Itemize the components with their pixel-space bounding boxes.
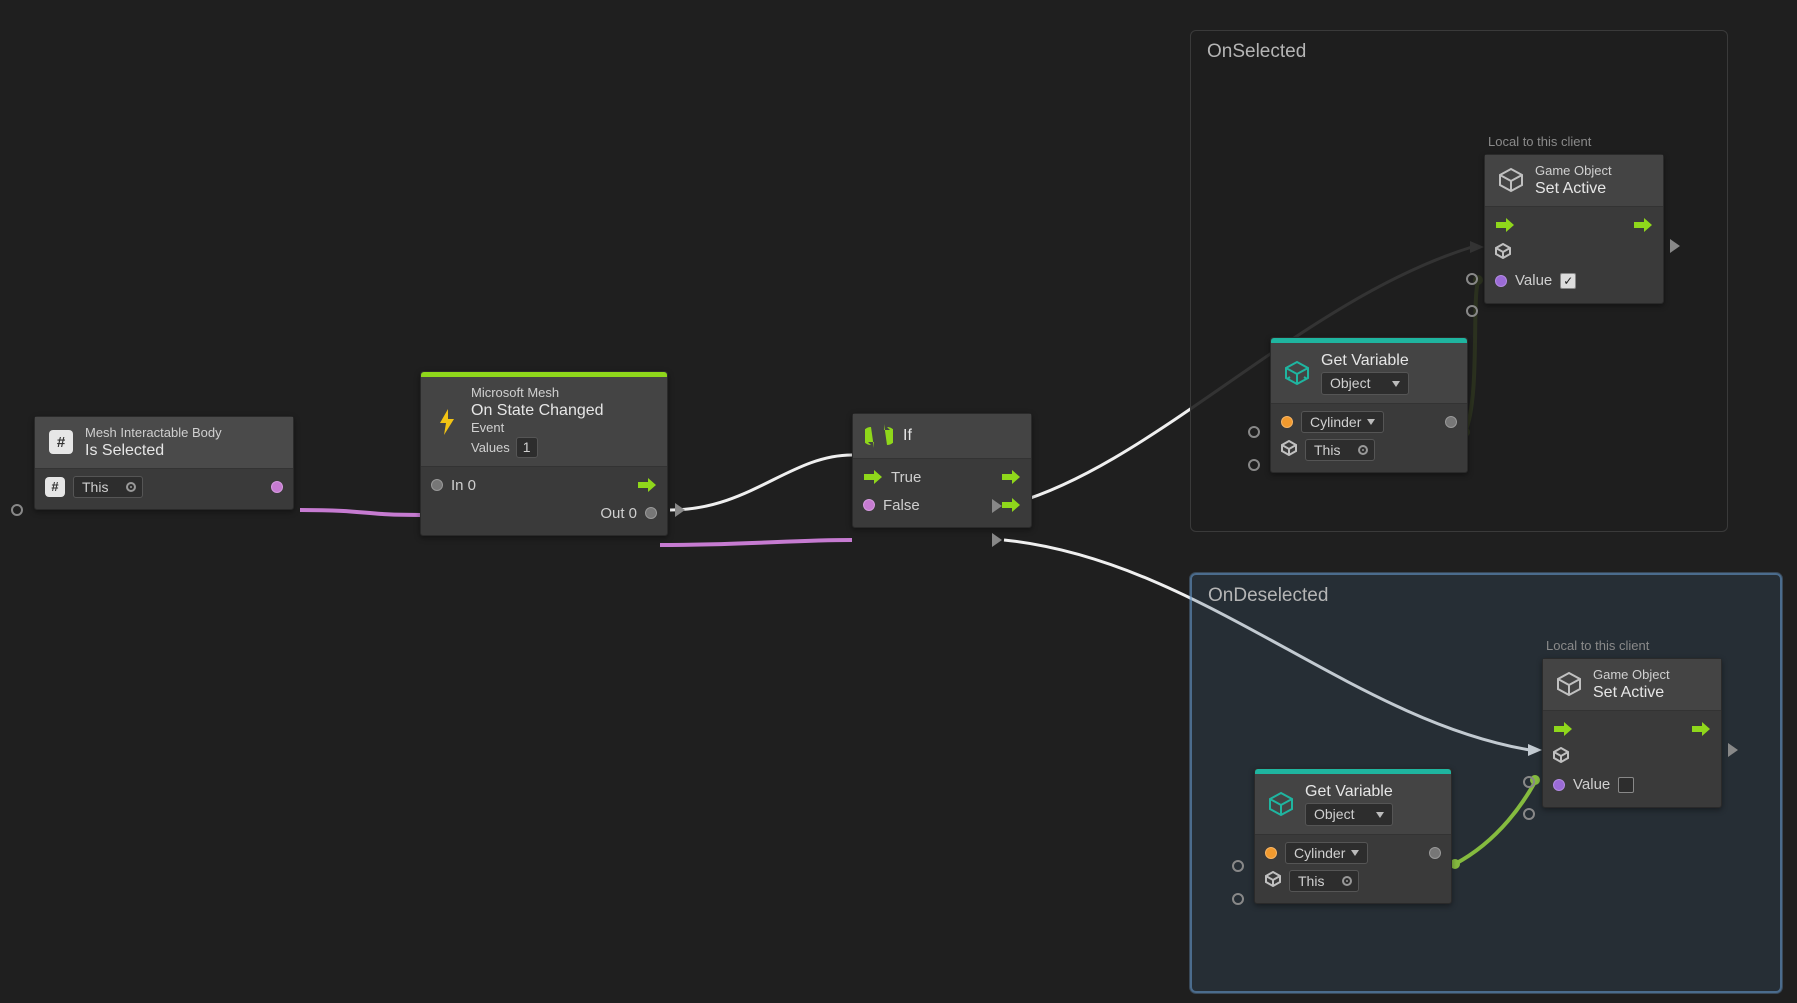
script-cube-icon bbox=[1267, 790, 1295, 818]
node-category: Game Object bbox=[1593, 667, 1670, 683]
port-out0[interactable] bbox=[645, 507, 657, 519]
node-title: Get Variable bbox=[1305, 782, 1393, 801]
node-category: Microsoft Mesh bbox=[471, 385, 604, 401]
variable-name-value: Cylinder bbox=[1294, 845, 1345, 861]
port-ring[interactable] bbox=[1232, 860, 1244, 872]
port-flow-external[interactable] bbox=[1728, 743, 1738, 757]
node-title: Is Selected bbox=[85, 441, 222, 460]
hint-label: Local to this client bbox=[1488, 134, 1591, 149]
port-flow-true-external[interactable] bbox=[992, 499, 1002, 513]
node-subtitle: Event bbox=[471, 420, 604, 436]
chevron-down-icon bbox=[1392, 381, 1400, 387]
node-title: If bbox=[903, 426, 912, 445]
scope-dropdown[interactable]: Object bbox=[1321, 372, 1409, 395]
node-get-variable-2[interactable]: Get Variable Object Cylinder This bbox=[1254, 768, 1452, 904]
hash-icon: # bbox=[45, 477, 65, 497]
in0-label: In 0 bbox=[451, 477, 476, 494]
node-get-variable-1[interactable]: Get Variable Object Cylinder This bbox=[1270, 337, 1468, 473]
node-is-selected[interactable]: # Mesh Interactable Body Is Selected # T… bbox=[34, 416, 294, 510]
node-set-active-2[interactable]: Game Object Set Active Value bbox=[1542, 658, 1722, 808]
flow-in-arrow-icon[interactable] bbox=[1495, 217, 1515, 233]
value-label: Value bbox=[1515, 272, 1552, 289]
target-field-value: This bbox=[82, 479, 108, 495]
flow-true-arrow-icon[interactable] bbox=[1001, 469, 1021, 485]
port-ring[interactable] bbox=[1248, 459, 1260, 471]
cube-icon bbox=[1497, 166, 1525, 194]
target-value: This bbox=[1298, 873, 1324, 889]
flow-out-arrow-icon[interactable] bbox=[637, 477, 657, 493]
cube-icon bbox=[1265, 871, 1281, 891]
variable-name-dropdown[interactable]: Cylinder bbox=[1285, 842, 1368, 864]
port-name[interactable] bbox=[1281, 416, 1293, 428]
hash-icon: # bbox=[47, 428, 75, 456]
group-title: OnSelected bbox=[1191, 31, 1727, 69]
target-picker-icon[interactable] bbox=[126, 482, 136, 492]
scope-value: Object bbox=[1330, 375, 1370, 391]
variable-name-dropdown[interactable]: Cylinder bbox=[1301, 411, 1384, 433]
port-ring[interactable] bbox=[1232, 893, 1244, 905]
group-title: OnDeselected bbox=[1192, 575, 1780, 613]
node-title: Set Active bbox=[1535, 179, 1612, 198]
node-category: Game Object bbox=[1535, 163, 1612, 179]
flow-in-arrow-icon[interactable] bbox=[1553, 721, 1573, 737]
hint-label: Local to this client bbox=[1546, 638, 1649, 653]
port-ring[interactable] bbox=[1248, 426, 1260, 438]
values-row: Values 1 bbox=[471, 437, 604, 458]
port-value[interactable] bbox=[1495, 275, 1507, 287]
port-ring[interactable] bbox=[1466, 273, 1478, 285]
value-checkbox[interactable] bbox=[1618, 777, 1634, 793]
cube-icon bbox=[1555, 670, 1583, 698]
flow-false-arrow-icon[interactable] bbox=[1001, 497, 1021, 513]
cube-icon bbox=[1553, 747, 1569, 767]
port-value[interactable] bbox=[1553, 779, 1565, 791]
out0-label: Out 0 bbox=[600, 505, 637, 522]
port-ring[interactable] bbox=[1466, 305, 1478, 317]
target-field[interactable]: This bbox=[73, 476, 143, 498]
target-value: This bbox=[1314, 442, 1340, 458]
values-count[interactable]: 1 bbox=[516, 437, 538, 458]
cube-icon bbox=[1281, 440, 1297, 460]
variable-name-value: Cylinder bbox=[1310, 414, 1361, 430]
port-name[interactable] bbox=[1265, 847, 1277, 859]
port-output[interactable] bbox=[271, 481, 283, 493]
port-ring[interactable] bbox=[1523, 776, 1535, 788]
script-cube-icon bbox=[1283, 359, 1311, 387]
chevron-down-icon bbox=[1376, 812, 1384, 818]
node-on-state-changed[interactable]: Microsoft Mesh On State Changed Event Va… bbox=[420, 371, 668, 536]
port-ring[interactable] bbox=[1523, 808, 1535, 820]
false-label: False bbox=[883, 497, 920, 514]
flow-out-arrow-icon[interactable] bbox=[1633, 217, 1653, 233]
port-condition[interactable] bbox=[863, 499, 875, 511]
port-flow-external[interactable] bbox=[675, 503, 685, 517]
port-flow-external[interactable] bbox=[1670, 239, 1680, 253]
port-output[interactable] bbox=[1445, 416, 1457, 428]
node-title: On State Changed bbox=[471, 401, 604, 420]
value-label: Value bbox=[1573, 776, 1610, 793]
port-in0[interactable] bbox=[431, 479, 443, 491]
flow-in-arrow-icon[interactable] bbox=[863, 469, 883, 485]
port-flow-false-external[interactable] bbox=[992, 533, 1002, 547]
value-checkbox[interactable]: ✓ bbox=[1560, 273, 1576, 289]
scope-value: Object bbox=[1314, 806, 1354, 822]
target-field[interactable]: This bbox=[1289, 870, 1359, 892]
bolt-icon bbox=[433, 408, 461, 436]
scope-dropdown[interactable]: Object bbox=[1305, 803, 1393, 826]
port-output[interactable] bbox=[1429, 847, 1441, 859]
node-title: Get Variable bbox=[1321, 351, 1409, 370]
node-set-active-1[interactable]: Game Object Set Active Value ✓ bbox=[1484, 154, 1664, 304]
branch-icon bbox=[865, 422, 893, 450]
port-input-external[interactable] bbox=[11, 504, 23, 516]
node-if[interactable]: If True False bbox=[852, 413, 1032, 528]
cube-icon bbox=[1495, 243, 1511, 263]
flow-out-arrow-icon[interactable] bbox=[1691, 721, 1711, 737]
true-label: True bbox=[891, 469, 921, 486]
target-field[interactable]: This bbox=[1305, 439, 1375, 461]
node-title: Set Active bbox=[1593, 683, 1670, 702]
chevron-down-icon bbox=[1367, 419, 1375, 425]
chevron-down-icon bbox=[1351, 850, 1359, 856]
target-picker-icon[interactable] bbox=[1342, 876, 1352, 886]
target-picker-icon[interactable] bbox=[1358, 445, 1368, 455]
node-category: Mesh Interactable Body bbox=[85, 425, 222, 441]
